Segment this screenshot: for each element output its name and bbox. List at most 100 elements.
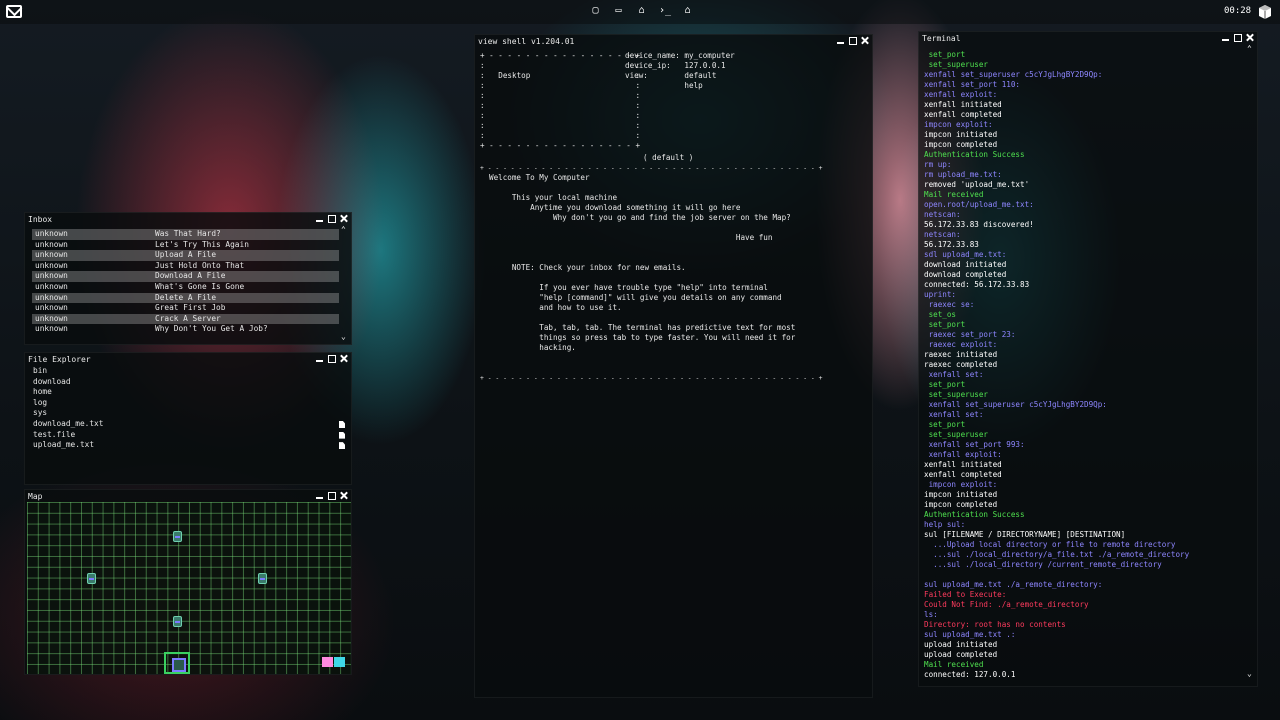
folder-item[interactable]: bin [33, 366, 349, 377]
terminal-line: xenfall set_superuser c5cYJgLhgBY2D9Qp: [924, 400, 1107, 409]
terminal-line: xenfall exploit: [924, 90, 998, 99]
terminal-line: raexec initiated [924, 350, 998, 359]
terminal-line: removed 'upload_me.txt' [924, 180, 1030, 189]
mail-icon[interactable] [6, 5, 22, 18]
inbox-window[interactable]: Inbox unknown Was That Hard? unknown Let's … [24, 212, 352, 345]
view-mode[interactable]: ( default ) [643, 153, 693, 163]
terminal-line: 56.172.33.83 discovered! [924, 220, 1034, 229]
desktop-box-side: : : [480, 61, 641, 70]
inbox-row[interactable]: unknown Let's Try This Again [32, 240, 339, 251]
view-shell-window[interactable]: view shell v1.204.01 + - - - - - - - - -… [474, 34, 873, 698]
map-server-node[interactable] [87, 573, 96, 584]
file-explorer-window[interactable]: File Explorer bin download home log sys downl… [24, 352, 352, 485]
terminal-line: Failed to Execute: [924, 590, 1007, 599]
inbox-subject: Crack A Server [155, 313, 221, 323]
terminal-titlebar[interactable]: Terminal [919, 32, 1257, 45]
minimize-icon[interactable] [316, 491, 324, 500]
maximize-icon[interactable] [328, 355, 336, 363]
terminal-line: rm upload_me.txt: [924, 170, 1002, 179]
close-icon[interactable] [861, 36, 869, 45]
terminal-line: Authentication Success [924, 510, 1025, 519]
close-icon[interactable] [340, 214, 348, 223]
cube-icon[interactable] [1258, 4, 1272, 20]
maximize-icon[interactable] [328, 215, 336, 223]
terminal-line: xenfall set: [924, 410, 984, 419]
inbox-row[interactable]: unknown Crack A Server [32, 313, 339, 325]
inbox-row[interactable]: unknown Download A File [32, 271, 339, 282]
square-icon[interactable]: ▢ [590, 5, 601, 16]
folder-item[interactable]: download [33, 377, 349, 388]
map-home-node[interactable] [164, 652, 190, 674]
file-item[interactable]: test.file [33, 430, 349, 441]
file-explorer-titlebar[interactable]: File Explorer [25, 353, 351, 366]
file-name: bin [33, 366, 48, 375]
inbox-row[interactable]: unknown Just Hold Onto That [32, 261, 339, 272]
terminal-window[interactable]: Terminal set_port set_superuser xenfall s… [918, 31, 1258, 687]
inbox-row[interactable]: unknown Why Don't You Get A Job? [32, 324, 339, 335]
scroll-up-icon[interactable]: ⌃ [1247, 44, 1252, 53]
inbox-sender: unknown [35, 324, 68, 334]
inbox-sender: unknown [35, 313, 68, 323]
minimize-icon[interactable] [316, 214, 324, 223]
inbox-row[interactable]: unknown Great First Job [32, 303, 339, 314]
map-grid[interactable] [27, 502, 351, 674]
inbox-subject: Great First Job [155, 303, 226, 313]
file-name: download_me.txt [33, 418, 104, 428]
map-window[interactable]: Map [24, 489, 352, 675]
close-icon[interactable] [340, 491, 348, 500]
minimize-icon[interactable] [316, 354, 324, 363]
terminal-line: xenfall set_port 993: [924, 440, 1025, 449]
folder-item[interactable]: log [33, 398, 349, 409]
minimize-icon[interactable] [837, 36, 845, 45]
lock-icon[interactable]: ⌂ [682, 5, 693, 16]
scroll-up-icon[interactable]: ⌃ [341, 225, 346, 234]
folder-item[interactable]: home [33, 387, 349, 398]
file-name: upload_me.txt [33, 440, 95, 450]
inbox-sender: unknown [35, 260, 68, 270]
scroll-down-icon[interactable]: ⌄ [1247, 669, 1252, 678]
terminal-line: xenfall set_port 110: [924, 80, 1021, 89]
minimize-icon[interactable] [1222, 33, 1230, 42]
terminal-line: set_superuser [924, 430, 989, 439]
terminal-line: sul upload_me.txt .: [924, 630, 1016, 639]
terminal-line: xenfall initiated [924, 460, 1002, 469]
welcome-body: This your local machine Anytime you down… [511, 193, 796, 352]
map-server-node[interactable] [173, 616, 182, 627]
terminal-line: help sul: [924, 520, 966, 529]
map-server-node[interactable] [258, 573, 267, 584]
inbox-row[interactable]: unknown Upload A File [32, 250, 339, 261]
terminal-line: ...sul ./local_directory /current_remote… [924, 560, 1162, 569]
inbox-row[interactable]: unknown What's Gone Is Gone [32, 282, 339, 293]
close-icon[interactable] [340, 354, 348, 363]
map-server-node[interactable] [173, 531, 182, 542]
terminal-line: ls: [924, 610, 938, 619]
file-item[interactable]: upload_me.txt [33, 440, 349, 451]
terminal-line: set_port [924, 320, 966, 329]
inbox-sender: unknown [35, 239, 68, 249]
terminal-line: upload initiated [924, 640, 998, 649]
scroll-down-icon[interactable]: ⌄ [341, 332, 346, 341]
inbox-row[interactable]: unknown Was That Hard? [32, 229, 339, 240]
device-info[interactable]: device_name: my_computer device_ip: 127.… [625, 51, 735, 91]
desktop-link[interactable]: : Desktop : [480, 71, 640, 81]
monitor-icon[interactable]: ▭ [613, 5, 624, 16]
maximize-icon[interactable] [328, 492, 336, 500]
view-shell-titlebar[interactable]: view shell v1.204.01 [475, 35, 872, 48]
lock-icon[interactable]: ⌂ [636, 5, 647, 16]
terminal-line: xenfall initiated [924, 100, 1002, 109]
inbox-row[interactable]: unknown Delete A File [32, 292, 339, 304]
terminal-line: Directory: root has no contents [924, 620, 1066, 629]
terminal-line: set_superuser [924, 390, 989, 399]
folder-item[interactable]: sys [33, 408, 349, 419]
inbox-titlebar[interactable]: Inbox [25, 213, 351, 226]
terminal-line: sul [FILENAME / DIRECTORYNAME] [DESTINAT… [924, 530, 1126, 539]
maximize-icon[interactable] [1234, 34, 1242, 42]
terminal-icon[interactable]: ›_ [659, 5, 671, 16]
terminal-line: sul upload_me.txt ./a_remote_directory: [924, 580, 1103, 589]
window-title: view shell v1.204.01 [478, 37, 575, 46]
terminal-line: impcon initiated [924, 130, 998, 139]
maximize-icon[interactable] [849, 37, 857, 45]
terminal-output[interactable]: set_port set_superuser xenfall set_superu… [924, 50, 1254, 680]
file-item[interactable]: download_me.txt [33, 419, 349, 430]
close-icon[interactable] [1246, 33, 1254, 42]
